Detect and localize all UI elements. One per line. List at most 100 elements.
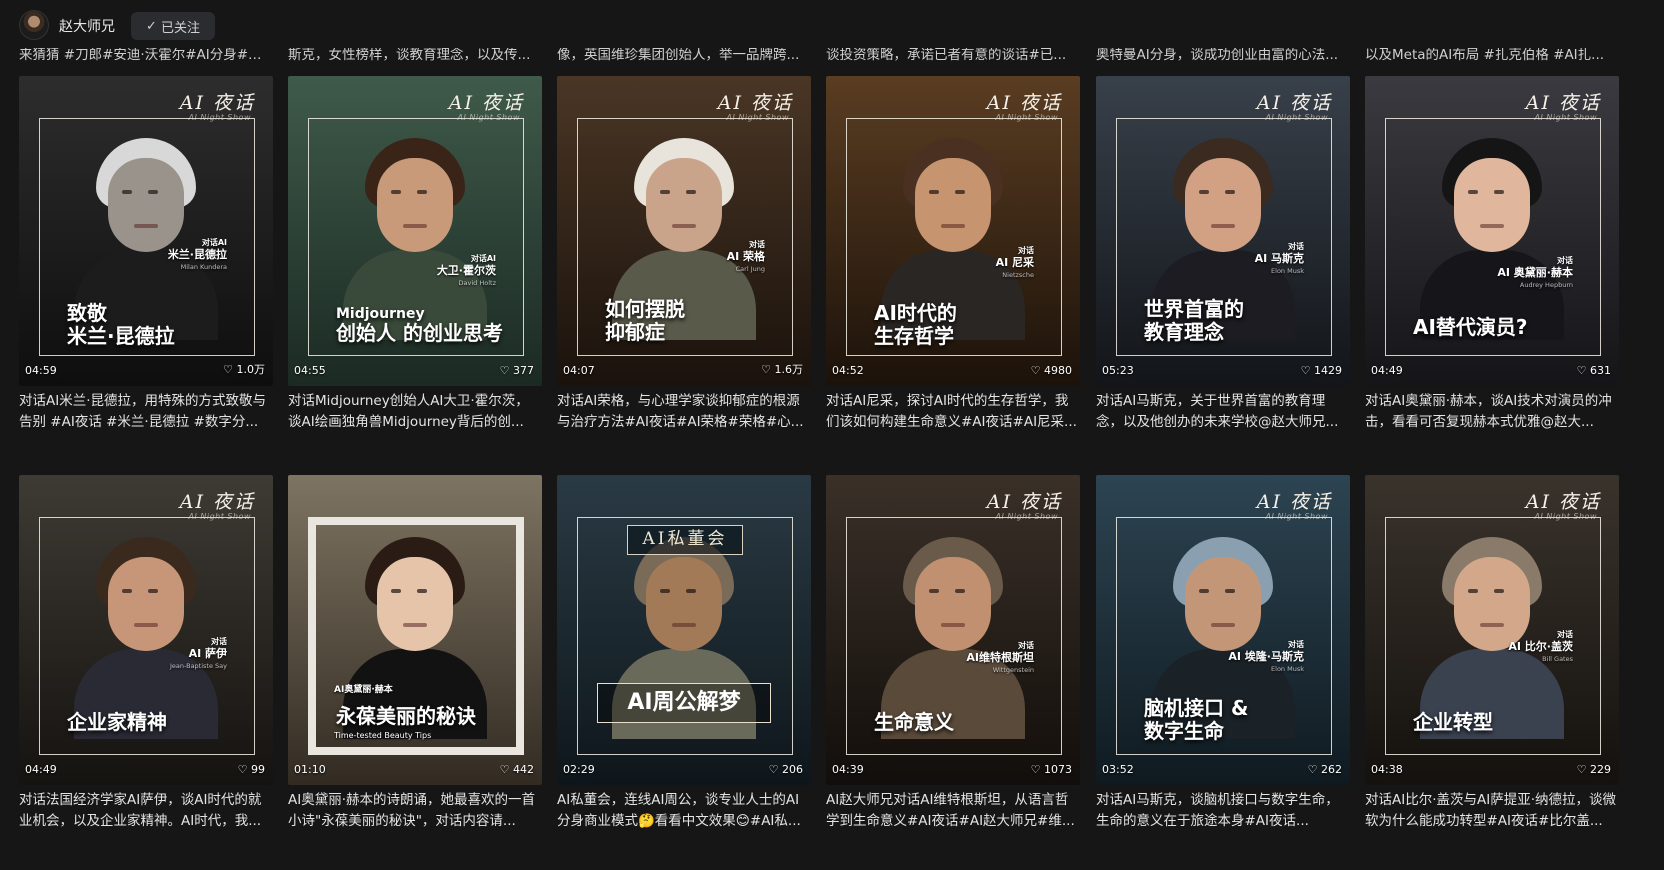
dialogue-label: 对话 [1018, 641, 1034, 650]
guest-name: AI 奥黛丽·赫本 [1497, 266, 1573, 280]
video-thumbnail[interactable]: AI 夜话 AI Night Show 对话 AI 尼采 Nietzsche AI时代的生… [826, 76, 1080, 386]
video-card[interactable]: AI私董会 AI周公解梦 02:29 ♡ 206 AI私董会，连线AI周公，谈专业人士的… [557, 475, 811, 832]
poster-headline: 脑机接口 & 数字生命 [1144, 697, 1248, 743]
show-title: AI 夜话 [986, 491, 1062, 513]
guest-tag: 对话 AI 萨伊 Jean-Baptiste Say [170, 637, 227, 670]
video-thumbnail[interactable]: AI 夜话 AI Night Show 对话 AI 比尔·盖茨 Bill Gates 企业… [1365, 475, 1619, 785]
headline-line: 世界首富的 [1144, 297, 1244, 321]
headline-line: 脑机接口 & [1144, 696, 1249, 720]
video-card[interactable]: AI 夜话 AI Night Show 对话 AI 马斯克 Elon Musk 世界首富的… [1096, 76, 1350, 433]
guest-name: AI 埃隆·马斯克 [1228, 650, 1304, 664]
video-description[interactable]: AI奥黛丽·赫本的诗朗诵，她最喜欢的一首小诗"永葆美丽的秘诀"，对话内容请... [288, 790, 542, 832]
guest-name: AI 尼采 [995, 256, 1034, 270]
guest-name: AI维特根斯坦 [966, 651, 1034, 665]
show-title: AI 夜话 [448, 92, 524, 114]
avatar[interactable] [19, 10, 49, 40]
headline-line: 抑郁症 [605, 320, 665, 344]
heart-icon: ♡ [1030, 364, 1041, 377]
guest-portrait [343, 537, 487, 739]
video-card[interactable]: AI 夜话 AI Night Show 对话AI 大卫·霍尔茨 David Holtz M… [288, 76, 542, 433]
video-thumbnail[interactable]: AI 夜话 AI Night Show 对话 AI 荣格 Carl Jung 如何摆脱 抑郁… [557, 76, 811, 386]
poster-headline: AI时代的 生存哲学 [874, 302, 957, 348]
video-duration: 04:39 [832, 763, 864, 776]
poster-subtitle: Time-tested Beauty Tips [334, 731, 432, 740]
video-description[interactable]: 对话Midjourney创始人AI大卫·霍尔茨，谈AI绘画独角兽Midjourn… [288, 391, 542, 433]
video-description[interactable]: AI赵大师兄对话AI维特根斯坦，从语言哲学到生命意义#AI夜话#AI赵大师兄#维… [826, 790, 1080, 832]
guest-tag: 对话AI 米兰·昆德拉 Milan Kundera [168, 238, 227, 271]
video-description[interactable]: 对话AI荣格，与心理学家谈抑郁症的根源与治疗方法#AI夜话#AI荣格#荣格#心.… [557, 391, 811, 433]
video-card[interactable]: AI 夜话 AI Night Show 对话 AI 萨伊 Jean-Baptiste S… [19, 475, 273, 832]
follow-button[interactable]: ✓ 已关注 [131, 12, 215, 40]
guest-name-en: Carl Jung [735, 264, 765, 273]
video-description[interactable]: 对话AI马斯克，关于世界首富的教育理念，以及他创办的未来学校@赵大师兄... [1096, 391, 1350, 433]
show-title: AI 夜话 [986, 92, 1062, 114]
like-count: ♡ 4980 [1031, 364, 1072, 377]
video-thumbnail[interactable]: AI 夜话 AI Night Show 对话 AI 马斯克 Elon Musk 世界首富的… [1096, 76, 1350, 386]
video-description[interactable]: 对话AI马斯克，谈脑机接口与数字生命，生命的意义在于旅途本身#AI夜话... [1096, 790, 1350, 832]
like-count: ♡ 631 [1577, 364, 1611, 377]
video-card[interactable]: AI 夜话 AI Night Show 对话 AI 比尔·盖茨 Bill Gates 企业… [1365, 475, 1619, 832]
video-description[interactable]: AI私董会，连线AI周公，谈专业人士的AI分身商业模式🤔看看中文效果😊#AI私.… [557, 790, 811, 832]
show-subtitle: AI Night Show [1265, 512, 1328, 521]
video-card[interactable]: AI 夜话 AI Night Show 对话 AI 尼采 Nietzsche AI时代的生… [826, 76, 1080, 433]
video-description[interactable]: 对话AI奥黛丽·赫本，谈AI技术对演员的冲击，看看可否复现赫本式优雅@赵大... [1365, 391, 1619, 433]
poster-headline: 世界首富的 教育理念 [1144, 298, 1244, 344]
video-thumbnail[interactable]: AI 夜话 AI Night Show 对话 AI 埃隆·马斯克 Elon Musk 脑机… [1096, 475, 1350, 785]
headline-line: 米兰·昆德拉 [67, 324, 175, 348]
video-description[interactable]: 对话AI米兰·昆德拉，用特殊的方式致敬与告别 #AI夜话 #米兰·昆德拉 #数字… [19, 391, 273, 433]
video-description[interactable]: 对话AI比尔·盖茨与AI萨提亚·纳德拉，谈微软为什么能成功转型#AI夜话#比尔盖… [1365, 790, 1619, 832]
heart-icon: ♡ [1576, 364, 1587, 377]
video-thumbnail[interactable]: AI 夜话 AI Night Show 对话 AI维特根斯坦 Wittgenstein 生… [826, 475, 1080, 785]
video-card[interactable]: AI 夜话 AI Night Show 对话AI 米兰·昆德拉 Milan Kunder… [19, 76, 273, 433]
guest-portrait [881, 537, 1025, 739]
guest-name-en: Audrey Hepburn [1519, 280, 1573, 289]
poster-headline: 生命意义 [874, 711, 954, 734]
guest-name-en: David Holtz [458, 278, 496, 287]
heart-icon: ♡ [761, 363, 771, 376]
profile-header: 赵大师兄 ✓ 已关注 [0, 0, 1664, 48]
headline-line: Midjourney [336, 306, 425, 322]
poster-headline: 企业转型 [1413, 711, 1493, 734]
video-thumbnail[interactable]: AI 夜话 AI Night Show 对话 AI 奥黛丽·赫本 Audrey Hepb… [1365, 76, 1619, 386]
video-card[interactable]: AI 夜话 AI Night Show 对话 AI 埃隆·马斯克 Elon Musk 脑机… [1096, 475, 1350, 832]
video-thumbnail[interactable]: AI奥黛丽·赫本 Time-tested Beauty Tips 永葆美丽的秘诀 01… [288, 475, 542, 785]
video-description[interactable]: 对话AI尼采，探讨AI时代的生存哲学，我们该如何构建生命意义#AI夜话#AI尼采… [826, 391, 1080, 433]
like-count-value: 262 [1321, 763, 1342, 776]
poster-headline: 企业家精神 [67, 711, 167, 734]
dialogue-label: 对话 [211, 637, 227, 646]
like-count: ♡ 1073 [1031, 763, 1072, 776]
guest-tag: 对话 AI 荣格 Carl Jung [727, 240, 765, 273]
guest-name: 米兰·昆德拉 [167, 248, 227, 262]
like-count-value: 1.0万 [236, 363, 266, 376]
video-duration: 01:10 [294, 763, 326, 776]
video-thumbnail[interactable]: AI 夜话 AI Night Show 对话AI 大卫·霍尔茨 David Holtz M… [288, 76, 542, 386]
like-count-value: 229 [1590, 763, 1611, 776]
dialogue-label: 对话 [749, 240, 765, 249]
video-duration: 03:52 [1102, 763, 1134, 776]
video-duration: 04:49 [1371, 364, 1403, 377]
like-count-value: 4980 [1044, 364, 1072, 377]
heart-icon: ♡ [768, 763, 779, 776]
video-description[interactable]: 对话法国经济学家AI萨伊，谈AI时代的就业机会，以及企业家精神。AI时代，我..… [19, 790, 273, 832]
heart-icon: ♡ [1307, 763, 1318, 776]
video-duration: 05:23 [1102, 364, 1134, 377]
like-count: ♡ 377 [500, 364, 534, 377]
like-count-value: 206 [782, 763, 803, 776]
video-duration: 04:49 [25, 763, 57, 776]
video-thumbnail[interactable]: AI 夜话 AI Night Show 对话 AI 萨伊 Jean-Baptiste S… [19, 475, 273, 785]
video-card[interactable]: AI 夜话 AI Night Show 对话 AI 奥黛丽·赫本 Audrey Hepb… [1365, 76, 1619, 433]
video-card[interactable]: AI奥黛丽·赫本 Time-tested Beauty Tips 永葆美丽的秘诀 01… [288, 475, 542, 832]
show-subtitle: AI Night Show [457, 113, 520, 122]
video-thumbnail[interactable]: AI 夜话 AI Night Show 对话AI 米兰·昆德拉 Milan Kunder… [19, 76, 273, 386]
heart-icon: ♡ [1300, 364, 1311, 377]
video-thumbnail[interactable]: AI私董会 AI周公解梦 02:29 ♡ 206 [557, 475, 811, 785]
dialogue-label: 对话AI [470, 254, 496, 263]
guest-portrait [343, 138, 487, 340]
video-card[interactable]: AI 夜话 AI Night Show 对话 AI 荣格 Carl Jung 如何摆脱 抑郁… [557, 76, 811, 433]
board-title: AI私董会 [627, 525, 743, 555]
video-card[interactable]: AI 夜话 AI Night Show 对话 AI维特根斯坦 Wittgenstein 生… [826, 475, 1080, 832]
username[interactable]: 赵大师兄 [59, 16, 115, 36]
headline-line: AI替代演员? [1413, 315, 1528, 339]
guest-name: AI 荣格 [726, 250, 765, 264]
heart-icon: ♡ [499, 364, 510, 377]
